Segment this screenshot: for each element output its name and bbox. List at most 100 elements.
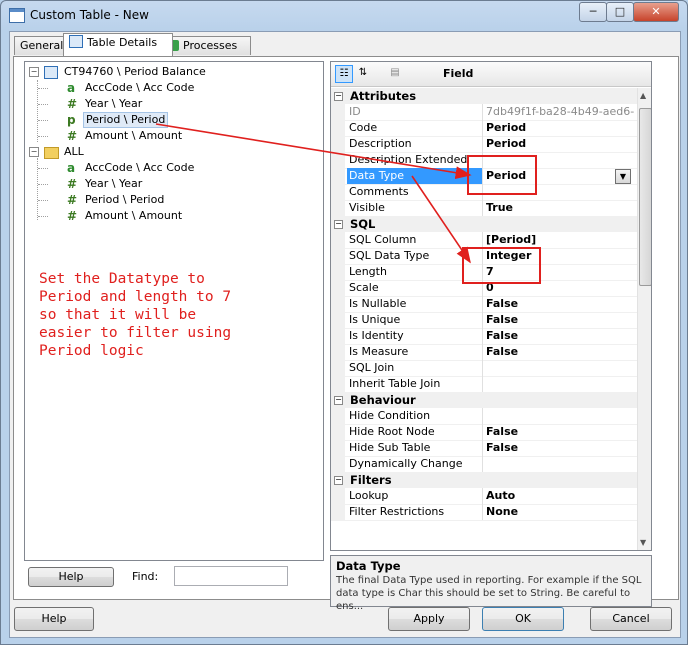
collapse-icon[interactable]: − [334,476,343,485]
property-row[interactable]: SQL Join [331,360,637,377]
property-row[interactable]: ID 7db49f1f-ba28-4b49-aed6- [331,104,637,121]
property-row[interactable]: Lookup Auto [331,488,637,505]
dropdown-arrow-icon[interactable]: ▼ [615,169,631,184]
property-value[interactable] [486,376,636,392]
property-value[interactable]: None [486,504,636,520]
scrollbar-thumb[interactable] [639,108,651,286]
property-row[interactable]: Hide Condition [331,408,637,425]
property-value[interactable]: [Period] [486,232,636,248]
property-row[interactable]: Filter Restrictions None [331,504,637,521]
property-name: Is Measure [349,345,409,358]
tab-general[interactable]: General [14,36,70,55]
property-name: Is Unique [349,313,401,326]
collapse-icon[interactable]: − [334,220,343,229]
property-value[interactable] [486,360,636,376]
property-row[interactable]: Code Period [331,120,637,137]
collapse-icon[interactable]: − [334,92,343,101]
category-behaviour[interactable]: − Behaviour [331,392,637,408]
property-value[interactable]: True [486,200,636,216]
tree-help-button[interactable]: Help [28,567,114,587]
ok-button[interactable]: OK [482,607,564,631]
field-tree[interactable]: − CT94760 \ Period Balance a AccCode \ A… [24,61,324,561]
property-row[interactable]: Inherit Table Join [331,376,637,393]
column-separator [482,488,483,504]
maximize-button[interactable]: □ [606,2,634,22]
help-button[interactable]: Help [14,607,94,631]
row-gutter [331,344,345,360]
property-row[interactable]: Hide Root Node False [331,424,637,441]
property-value[interactable]: 7db49f1f-ba28-4b49-aed6- [486,104,636,120]
description-title: Data Type [336,559,401,573]
property-value[interactable] [486,408,636,424]
text-field-icon: a [67,161,76,175]
table-icon [69,35,83,48]
category-filters[interactable]: − Filters [331,472,637,488]
property-grid-scrollbar[interactable]: ▲ ▼ [637,88,651,550]
property-name: Hide Root Node [349,425,435,438]
title-bar[interactable]: Custom Table - New ─ □ ✕ [1,1,687,29]
cancel-button[interactable]: Cancel [590,607,672,631]
property-value[interactable]: False [486,440,636,456]
property-row[interactable]: Is Nullable False [331,296,637,313]
apply-button[interactable]: Apply [388,607,470,631]
property-name: Inherit Table Join [349,377,441,390]
table-icon [44,66,58,79]
property-row[interactable]: Dynamically Change [331,456,637,473]
dialog-client-area: General Table Details Processes − CT9476… [9,31,681,638]
property-name: Visible [349,201,385,214]
column-separator [482,200,483,216]
property-name: Code [349,121,378,134]
categorized-view-icon[interactable]: ☷ [335,65,353,83]
row-gutter [331,408,345,424]
scroll-up-icon[interactable]: ▲ [640,91,646,100]
tree-node-label: Year \ Year [85,177,143,190]
scroll-down-icon[interactable]: ▼ [640,538,646,547]
property-row[interactable]: Description Period [331,136,637,153]
row-gutter [331,200,345,216]
find-label: Find: [132,570,159,583]
numeric-field-icon: # [67,193,78,207]
row-gutter [331,376,345,392]
collapse-icon[interactable]: − [334,396,343,405]
property-pages-icon[interactable]: ▤ [387,65,403,81]
property-value[interactable] [486,456,636,472]
alphabetical-sort-icon[interactable]: ⇅ [355,65,371,81]
property-value[interactable]: False [486,296,636,312]
tree-node-label: Period \ Period [85,193,165,206]
find-input[interactable] [174,566,288,586]
column-separator [482,232,483,248]
close-button[interactable]: ✕ [633,2,679,22]
row-gutter [331,152,345,168]
property-grid-toolbar: ☷ ⇅ ▤ Field [331,62,651,87]
property-value[interactable]: False [486,328,636,344]
category-sql[interactable]: − SQL [331,216,637,232]
minimize-button[interactable]: ─ [579,2,607,22]
tree-line [38,184,48,185]
column-separator [482,312,483,328]
tree-line [38,216,48,217]
property-name: Hide Sub Table [349,441,431,454]
property-value[interactable]: False [486,344,636,360]
collapse-icon[interactable]: − [29,147,39,157]
row-gutter [331,440,345,456]
tab-processes[interactable]: Processes [161,36,251,55]
collapse-icon[interactable]: − [29,67,39,77]
property-value[interactable]: False [486,424,636,440]
property-row[interactable]: Is Measure False [331,344,637,361]
tree-line [38,120,48,121]
property-value[interactable]: Auto [486,488,636,504]
property-row[interactable]: Hide Sub Table False [331,440,637,457]
tree-node-label: ALL [64,145,84,158]
custom-table-window: Custom Table - New ─ □ ✕ General Table D… [0,0,688,645]
property-value[interactable]: Period [486,136,636,152]
property-row[interactable]: Is Identity False [331,328,637,345]
category-attributes[interactable]: − Attributes [331,88,637,104]
tab-table-details[interactable]: Table Details [63,33,173,56]
property-row[interactable]: Is Unique False [331,312,637,329]
row-gutter [331,280,345,296]
row-gutter [331,120,345,136]
tree-line [37,80,38,142]
property-value[interactable]: False [486,312,636,328]
property-value[interactable]: Period [486,120,636,136]
property-row[interactable]: Visible True [331,200,637,217]
